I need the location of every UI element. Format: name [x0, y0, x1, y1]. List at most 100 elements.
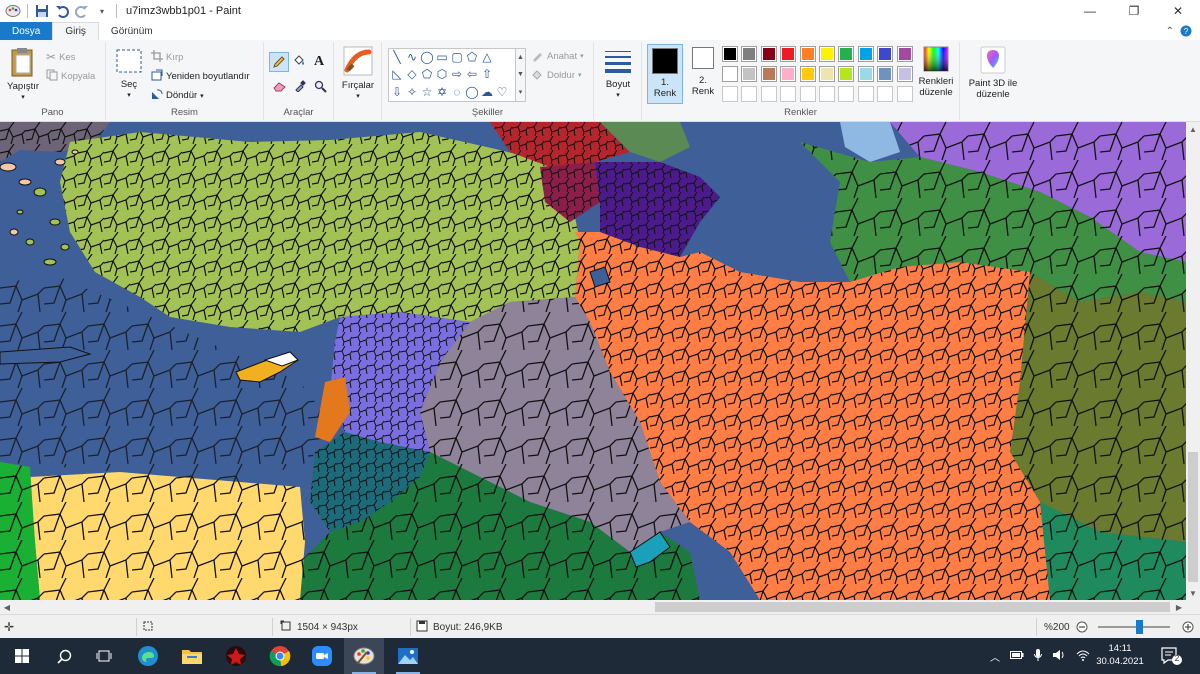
diamond-shape-icon[interactable]: ◇	[405, 67, 419, 81]
cloud-callout-shape-icon[interactable]: ☁	[480, 85, 494, 99]
polygon-shape-icon[interactable]: ⬠	[465, 50, 479, 64]
copy-button[interactable]: Kopyala	[46, 69, 95, 84]
gallery-up-icon[interactable]: ▲	[517, 54, 524, 61]
vertical-scrollbar[interactable]: ▲ ▼	[1186, 122, 1200, 600]
customize-toolbar-chevron-icon[interactable]: ▾	[93, 2, 111, 20]
scroll-left-icon[interactable]: ◀	[0, 600, 14, 614]
help-icon[interactable]: ?	[1180, 22, 1192, 40]
palette-swatch[interactable]	[857, 66, 874, 82]
shape-gallery-scroll[interactable]: ▲ ▼ ▾	[516, 48, 526, 102]
four-point-star-shape-icon[interactable]: ✧	[405, 85, 419, 99]
palette-swatch-empty[interactable]	[896, 86, 913, 102]
color-picker-tool[interactable]	[294, 80, 306, 92]
paste-button[interactable]: Yapıştır ▾	[4, 46, 42, 103]
zoom-out-button[interactable]	[1076, 615, 1088, 639]
edit-colors-button[interactable]: Renkleri düzenle	[916, 46, 956, 98]
save-icon[interactable]	[33, 2, 51, 20]
palette-swatch[interactable]	[896, 66, 913, 82]
palette-swatch-empty[interactable]	[857, 86, 874, 102]
rounded-rectangle-shape-icon[interactable]: ▢	[450, 50, 464, 64]
palette-swatch[interactable]	[780, 46, 797, 62]
palette-swatch[interactable]	[838, 66, 855, 82]
undo-icon[interactable]	[53, 2, 71, 20]
palette-swatch-empty[interactable]	[819, 86, 835, 102]
palette-swatch[interactable]	[799, 46, 816, 62]
palette-swatch[interactable]	[896, 46, 913, 62]
gallery-more-icon[interactable]: ▾	[519, 88, 523, 96]
maximize-button[interactable]: ❐	[1112, 0, 1156, 22]
taskbar-paint-app[interactable]	[344, 638, 384, 674]
triangle-shape-icon[interactable]: △	[480, 50, 494, 64]
fill-button[interactable]: Doldur ▾	[531, 69, 582, 81]
palette-swatch[interactable]	[722, 66, 738, 82]
oval-callout-shape-icon[interactable]: ◯	[465, 85, 479, 99]
horizontal-scroll-thumb[interactable]	[655, 602, 1170, 612]
resize-button[interactable]: Yeniden boyutlandır	[151, 69, 250, 84]
scroll-down-icon[interactable]: ▼	[1186, 586, 1200, 600]
palette-swatch[interactable]	[877, 66, 894, 82]
palette-swatch[interactable]	[877, 46, 894, 62]
zoom-slider-track[interactable]	[1098, 626, 1170, 628]
five-point-star-shape-icon[interactable]: ☆	[420, 85, 434, 99]
select-button[interactable]: Seç ▾	[110, 48, 148, 101]
palette-swatch[interactable]	[819, 46, 835, 62]
taskbar-chrome-app[interactable]	[260, 638, 300, 674]
magnifier-tool[interactable]	[314, 80, 327, 93]
taskbar-clock[interactable]: 14:11 30.04.2021	[1094, 642, 1146, 668]
up-arrow-shape-icon[interactable]: ⇧	[480, 67, 494, 81]
taskbar-edge-app[interactable]	[128, 638, 168, 674]
right-arrow-shape-icon[interactable]: ⇨	[450, 67, 464, 81]
palette-swatch[interactable]	[741, 66, 758, 82]
map-image[interactable]	[0, 122, 1186, 600]
close-button[interactable]: ✕	[1156, 0, 1200, 22]
tab-view[interactable]: Görünüm	[99, 22, 165, 40]
pentagon-shape-icon[interactable]: ⬠	[420, 67, 434, 81]
palette-swatch[interactable]	[838, 46, 855, 62]
palette-swatch-empty[interactable]	[799, 86, 816, 102]
right-triangle-shape-icon[interactable]: ◺	[390, 67, 404, 81]
line-shape-icon[interactable]: ╲	[390, 50, 404, 64]
palette-swatch-empty[interactable]	[722, 86, 738, 102]
fill-tool[interactable]	[292, 54, 306, 68]
hexagon-shape-icon[interactable]: ⬡	[435, 67, 449, 81]
tab-file[interactable]: Dosya	[0, 22, 53, 40]
oval-shape-icon[interactable]: ◯	[420, 50, 434, 64]
palette-swatch-empty[interactable]	[838, 86, 855, 102]
cut-button[interactable]: ✂ Kes	[46, 50, 75, 64]
palette-swatch[interactable]	[760, 46, 777, 62]
down-arrow-shape-icon[interactable]: ⇩	[390, 85, 404, 99]
palette-swatch-empty[interactable]	[760, 86, 777, 102]
wifi-icon[interactable]	[1076, 649, 1090, 664]
palette-swatch-empty[interactable]	[780, 86, 797, 102]
palette-swatch-empty[interactable]	[877, 86, 894, 102]
color2-button[interactable]: 2. Renk	[686, 47, 720, 97]
zoom-slider-thumb[interactable]	[1136, 620, 1143, 634]
battery-icon[interactable]	[1010, 650, 1024, 662]
six-point-star-shape-icon[interactable]: ✡	[435, 85, 449, 99]
outline-button[interactable]: Anahat ▾	[531, 50, 584, 62]
speaker-icon[interactable]	[1052, 649, 1066, 664]
palette-swatch[interactable]	[819, 66, 835, 82]
drawing-canvas[interactable]	[0, 122, 1186, 600]
minimize-button[interactable]: —	[1068, 0, 1112, 22]
curve-shape-icon[interactable]: ∿	[405, 50, 419, 64]
collapse-ribbon-chevron-icon[interactable]: ⌃	[1166, 22, 1174, 40]
microphone-icon[interactable]	[1034, 648, 1042, 664]
task-view-button[interactable]	[84, 638, 124, 674]
size-button[interactable]: Boyut ▾	[599, 48, 637, 101]
zoom-in-button[interactable]	[1182, 615, 1194, 639]
scroll-up-icon[interactable]: ▲	[1186, 122, 1200, 136]
taskbar-zoom-app[interactable]	[302, 638, 342, 674]
redo-icon[interactable]	[73, 2, 91, 20]
paint-app-icon[interactable]	[4, 2, 22, 20]
palette-swatch-empty[interactable]	[741, 86, 758, 102]
gallery-down-icon[interactable]: ▼	[517, 71, 524, 78]
tab-home[interactable]: Giriş	[52, 22, 99, 40]
brushes-button[interactable]: Fırçalar ▾	[339, 46, 377, 102]
search-button[interactable]	[44, 638, 84, 674]
taskbar-explorer-app[interactable]	[172, 638, 212, 674]
scroll-right-icon[interactable]: ▶	[1172, 600, 1186, 614]
rounded-callout-shape-icon[interactable]: ◌	[450, 85, 464, 99]
vertical-scroll-thumb[interactable]	[1188, 452, 1198, 582]
color1-button[interactable]: 1. Renk	[647, 44, 683, 104]
